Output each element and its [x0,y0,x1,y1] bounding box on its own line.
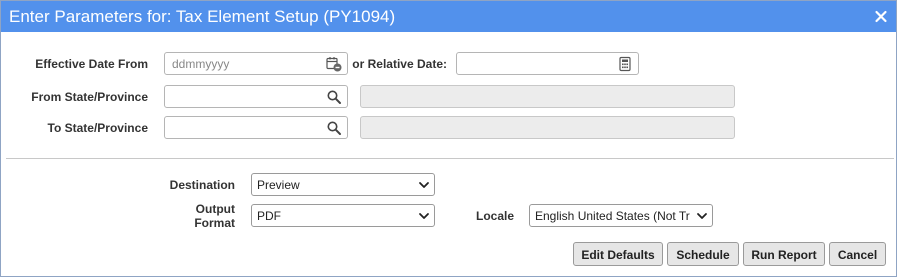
from-state-label: From State/Province [31,90,148,104]
output-format-value: PDF [257,209,281,223]
destination-select[interactable]: Preview [251,173,435,196]
output-format-label-line2: Format [194,216,235,230]
calculator-icon[interactable] [617,56,633,72]
search-icon[interactable] [326,89,342,105]
parameters-dialog: Enter Parameters for: Tax Element Setup … [0,0,897,277]
to-state-description [360,116,735,139]
chevron-down-icon [419,182,429,188]
chevron-down-icon [419,213,429,219]
locale-select[interactable]: English United States (Not Tr [529,204,713,227]
dialog-titlebar: Enter Parameters for: Tax Element Setup … [1,1,896,32]
from-state-description [360,85,735,108]
to-state-input[interactable] [165,117,347,138]
search-icon[interactable] [326,120,342,136]
output-format-select[interactable]: PDF [251,204,435,227]
run-report-button[interactable]: Run Report [743,242,825,266]
section-divider [6,158,894,159]
calendar-clear-icon[interactable] [326,56,342,72]
close-icon[interactable] [873,7,889,25]
effective-date-from-label: Effective Date From [35,57,148,71]
effective-date-from-input[interactable] [165,53,347,74]
edit-defaults-button[interactable]: Edit Defaults [573,242,663,266]
relative-date-field[interactable] [456,52,639,75]
relative-date-input[interactable] [457,53,638,74]
relative-date-label: or Relative Date: [352,57,447,71]
from-state-input[interactable] [165,86,347,107]
to-state-label: To State/Province [47,121,148,135]
dialog-title: Enter Parameters for: Tax Element Setup … [9,7,396,26]
cancel-button[interactable]: Cancel [829,242,886,266]
destination-label: Destination [169,178,235,192]
effective-date-from-field[interactable] [164,52,348,75]
from-state-field[interactable] [164,85,348,108]
locale-value: English United States (Not Tr [535,209,690,223]
schedule-button[interactable]: Schedule [667,242,739,266]
locale-label: Locale [475,209,514,223]
output-format-label: Output Format [194,202,235,230]
output-format-label-line1: Output [195,202,235,216]
destination-value: Preview [257,178,300,192]
chevron-down-icon [697,213,707,219]
to-state-field[interactable] [164,116,348,139]
